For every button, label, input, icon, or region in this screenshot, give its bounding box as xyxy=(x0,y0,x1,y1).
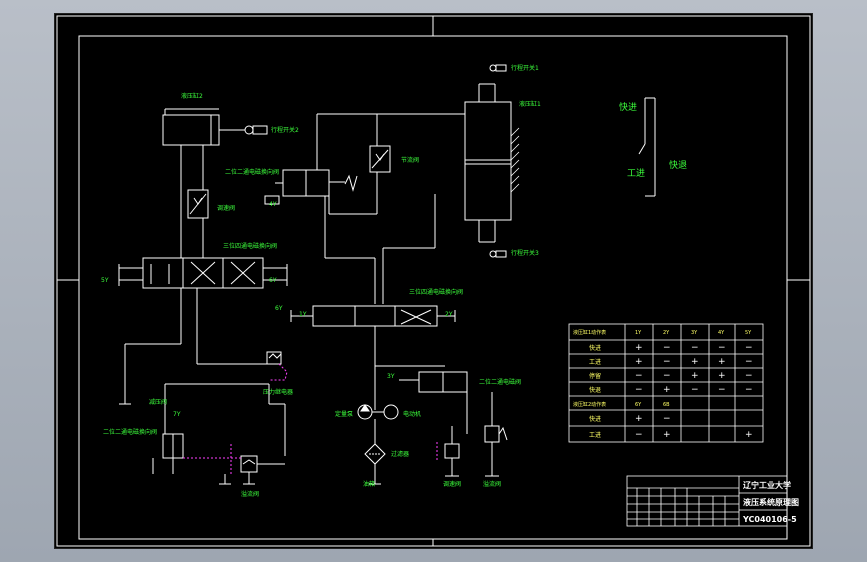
label-mode-work: 工进 xyxy=(627,168,645,179)
label-sol-5y: 5Y xyxy=(101,277,109,284)
table-cell: + xyxy=(691,371,699,381)
label-motor: 电动机 xyxy=(403,410,421,418)
label-sol-6y: 6Y xyxy=(269,277,277,284)
table-cell: − xyxy=(745,357,753,367)
table-cell: − xyxy=(663,371,671,381)
table-header-5: 5Y xyxy=(745,330,752,336)
label-tank: 油箱 xyxy=(363,480,375,488)
table-cell: + xyxy=(718,357,726,367)
label-valve-22-top: 二位二通电磁换向阀 xyxy=(225,168,279,176)
label-mode-fast-in: 快进 xyxy=(619,101,637,113)
motor-symbol xyxy=(383,404,399,420)
table-cell: − xyxy=(745,385,753,395)
table-cell: − xyxy=(718,385,726,395)
label-sol-4y: 4Y xyxy=(269,201,277,208)
label-cylinder-1: 液压缸1 xyxy=(519,100,541,108)
table-cell: + xyxy=(663,385,671,395)
table-cell: 快退 xyxy=(589,386,601,394)
table-cell: 6Y xyxy=(635,402,642,408)
label-throttle-top: 节流阀 xyxy=(401,156,419,164)
label-sol-2y: 2Y xyxy=(445,311,453,318)
table-cell: − xyxy=(635,430,643,440)
drawing-sheet: 液压缸2 液压缸1 二位二通电磁换向阀 节流阀 调速阀 三位四通电磁换向阀 三位… xyxy=(54,13,813,549)
label-reducing: 减压阀 xyxy=(149,398,167,406)
table-cell: − xyxy=(663,414,671,424)
table-header-1: 1Y xyxy=(635,330,642,336)
table-header-4: 4Y xyxy=(718,330,725,336)
table-cell: − xyxy=(718,343,726,353)
pilot-lines xyxy=(183,363,438,476)
table-cell: + xyxy=(718,371,726,381)
table-header-0: 液压缸1动作表 xyxy=(573,329,606,336)
cylinder-1 xyxy=(464,101,512,221)
circuit-lines xyxy=(118,64,656,485)
table-header-3: 3Y xyxy=(691,330,698,336)
table-cell: + xyxy=(691,357,699,367)
outer-frame xyxy=(56,15,811,547)
table-cell: − xyxy=(691,343,699,353)
table-cell: 快进 xyxy=(589,415,601,423)
table-cell: 工进 xyxy=(589,358,601,366)
table-cell: + xyxy=(635,414,643,424)
label-pressure-relay: 压力继电器 xyxy=(263,388,293,396)
label-sol-7y: 7Y xyxy=(173,411,181,418)
table-cell: 液压缸2动作表 xyxy=(573,401,606,408)
table-cell: 工进 xyxy=(589,431,601,439)
table-cell: − xyxy=(745,371,753,381)
table-cell: − xyxy=(691,385,699,395)
title-drawing-name: 液压系统原理图 xyxy=(743,497,799,507)
label-sol-1y: 1Y xyxy=(299,311,307,318)
label-speed-valve-1: 调速阀 xyxy=(443,480,461,488)
label-valve-34-mid: 三位四通电磁换向阀 xyxy=(409,288,463,296)
table-cell: + xyxy=(745,430,753,440)
label-valve-34-left: 三位四通电磁换向阀 xyxy=(223,242,277,250)
label-relief-left: 溢流阀 xyxy=(241,490,259,498)
label-valve-22-low-left: 二位二通电磁换向阀 xyxy=(103,428,157,436)
label-filter: 过滤器 xyxy=(391,450,409,458)
table-cell: 停留 xyxy=(589,372,601,380)
center-marks xyxy=(57,16,810,546)
table-cell: − xyxy=(635,385,643,395)
label-sol-1ya: 6Y xyxy=(275,305,283,312)
table-cell: 快进 xyxy=(589,344,601,352)
label-pump: 定量泵 xyxy=(335,410,353,418)
table-cell: 6B xyxy=(663,402,670,408)
title-block: 辽宁工业大学 液压系统原理图 YC040106-5 xyxy=(626,475,799,527)
title-drawing-no: YC040106-5 xyxy=(742,515,797,524)
label-limit-low: 行程开关3 xyxy=(511,249,539,257)
hydraulic-schematic: 液压缸2 液压缸1 二位二通电磁换向阀 节流阀 调速阀 三位四通电磁换向阀 三位… xyxy=(56,15,811,547)
action-table: 液压缸1动作表 1Y 2Y 3Y 4Y 5Y 快进 + − − − − 工进 +… xyxy=(568,323,764,443)
table-cell: + xyxy=(635,357,643,367)
label-valve-22-right: 二位二通电磁阀 xyxy=(479,378,521,386)
label-throttle-left: 调速阀 xyxy=(217,204,235,212)
table-cell: + xyxy=(635,343,643,353)
label-mode-fast-back: 快退 xyxy=(669,159,687,171)
table-cell: − xyxy=(635,371,643,381)
table-cell: − xyxy=(745,343,753,353)
fixed-wall-hatch xyxy=(510,127,520,193)
label-sol-3y: 3Y xyxy=(387,373,395,380)
label-limit-top: 行程开关1 xyxy=(511,64,539,72)
cad-viewport: 液压缸2 液压缸1 二位二通电磁换向阀 节流阀 调速阀 三位四通电磁换向阀 三位… xyxy=(0,0,867,562)
label-speed-valve-2: 溢流阀 xyxy=(483,480,501,488)
table-cell: − xyxy=(663,357,671,367)
title-school: 辽宁工业大学 xyxy=(743,480,791,490)
table-cell: − xyxy=(663,343,671,353)
label-limit-mid: 行程开关2 xyxy=(271,126,299,134)
table-cell: + xyxy=(663,430,671,440)
label-cylinder-2: 液压缸2 xyxy=(181,92,203,100)
table-header-2: 2Y xyxy=(663,330,670,336)
